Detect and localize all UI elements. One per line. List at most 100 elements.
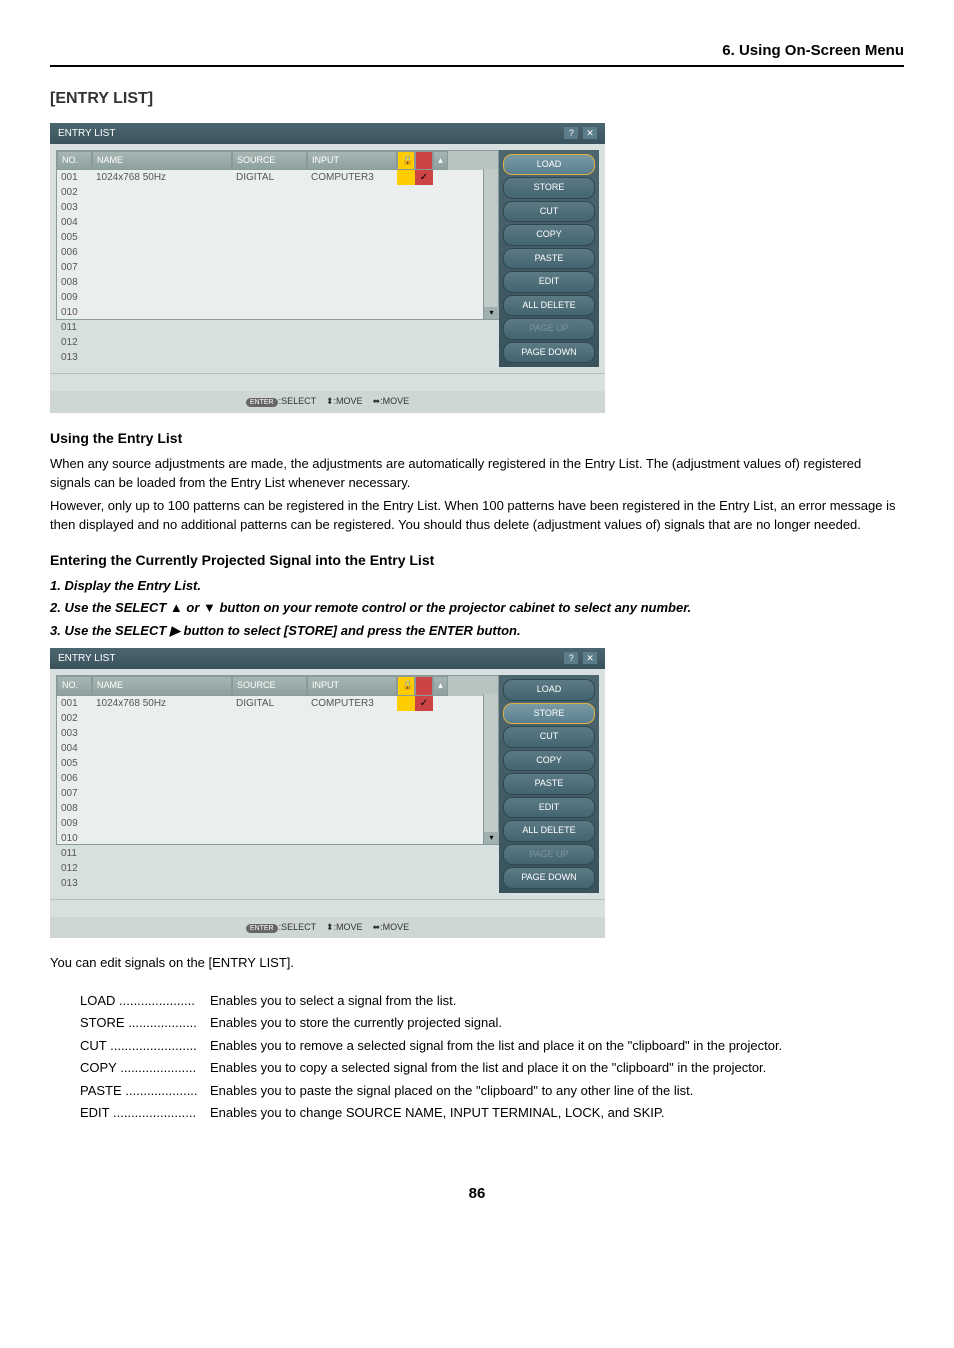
leftright-icon: ⬌ (373, 922, 381, 932)
definition-row: EDIT ....................... Enables you… (80, 1103, 904, 1123)
scroll-up-icon[interactable]: ▴ (433, 676, 448, 696)
definitions-list: LOAD ..................... Enables you t… (80, 991, 904, 1123)
col-input: INPUT (307, 151, 397, 171)
skip-icon (415, 151, 433, 171)
step-3: 3. Use the SELECT ▶ button to select [ST… (50, 621, 904, 641)
table-row[interactable]: 008 (57, 275, 498, 290)
help-icon[interactable]: ? (564, 652, 578, 664)
copy-button[interactable]: COPY (503, 224, 595, 246)
page-number: 86 (50, 1183, 904, 1206)
load-button[interactable]: LOAD (503, 154, 595, 176)
table-row[interactable]: 001 1024x768 50Hz DIGITAL COMPUTER3 ✓ (57, 696, 498, 711)
table-header: NO. NAME SOURCE INPUT 🔒 ▴ (57, 676, 498, 696)
store-button[interactable]: STORE (503, 177, 595, 199)
chapter-header: 6. Using On-Screen Menu (50, 40, 904, 67)
col-source: SOURCE (232, 676, 307, 696)
close-icon[interactable]: ✕ (583, 652, 597, 664)
table-row[interactable]: 005 (57, 230, 498, 245)
button-panel: LOAD STORE CUT COPY PASTE EDIT ALL DELET… (499, 675, 599, 893)
col-source: SOURCE (232, 151, 307, 171)
window-statusbar: ENTER:SELECT ⬍:MOVE ⬌:MOVE (50, 917, 605, 939)
cut-button[interactable]: CUT (503, 726, 595, 748)
table-row[interactable]: 003 (57, 726, 498, 741)
entry-list-table: NO. NAME SOURCE INPUT 🔒 ▴ 001 1024x768 5… (56, 150, 499, 320)
table-row[interactable]: 013 (57, 350, 498, 365)
edit-button[interactable]: EDIT (503, 271, 595, 293)
scroll-down-icon[interactable]: ▾ (484, 307, 499, 319)
page-up-button[interactable]: PAGE UP (503, 844, 595, 866)
all-delete-button[interactable]: ALL DELETE (503, 820, 595, 842)
load-button[interactable]: LOAD (503, 679, 595, 701)
updown-icon: ⬍ (326, 922, 334, 932)
scroll-down-icon[interactable]: ▾ (484, 832, 499, 844)
edit-button[interactable]: EDIT (503, 797, 595, 819)
step-2: 2. Use the SELECT ▲ or ▼ button on your … (50, 598, 904, 618)
table-row[interactable]: 005 (57, 756, 498, 771)
scroll-up-icon[interactable]: ▴ (433, 151, 448, 171)
page-down-button[interactable]: PAGE DOWN (503, 342, 595, 364)
definition-row: COPY ..................... Enables you t… (80, 1058, 904, 1078)
col-name: NAME (92, 676, 232, 696)
table-row[interactable]: 004 (57, 215, 498, 230)
table-row[interactable]: 011 (57, 320, 498, 335)
table-row[interactable]: 010 (57, 831, 498, 846)
body-text: However, only up to 100 patterns can be … (50, 496, 904, 535)
titlebar-icons: ? ✕ (562, 126, 597, 141)
paste-button[interactable]: PASTE (503, 773, 595, 795)
window-title: ENTRY LIST (58, 651, 115, 666)
table-row[interactable]: 008 (57, 801, 498, 816)
skip-icon (415, 676, 433, 696)
table-row[interactable]: 007 (57, 260, 498, 275)
all-delete-button[interactable]: ALL DELETE (503, 295, 595, 317)
table-row[interactable]: 012 (57, 335, 498, 350)
definition-row: PASTE .................... Enables you t… (80, 1081, 904, 1101)
store-button[interactable]: STORE (503, 703, 595, 725)
definition-row: CUT ........................ Enables you… (80, 1036, 904, 1056)
lock-icon: 🔒 (397, 151, 415, 171)
copy-button[interactable]: COPY (503, 750, 595, 772)
table-row[interactable]: 002 (57, 711, 498, 726)
table-row[interactable]: 012 (57, 861, 498, 876)
table-row[interactable]: 010 (57, 305, 498, 320)
step-1: 1. Display the Entry List. (50, 576, 904, 596)
window-statusbar: ENTER:SELECT ⬍:MOVE ⬌:MOVE (50, 391, 605, 413)
body-text: You can edit signals on the [ENTRY LIST]… (50, 953, 904, 973)
col-no: NO. (57, 676, 92, 696)
enter-key-label: ENTER (246, 924, 278, 933)
page-down-button[interactable]: PAGE DOWN (503, 867, 595, 889)
page-up-button[interactable]: PAGE UP (503, 318, 595, 340)
paste-button[interactable]: PASTE (503, 248, 595, 270)
entry-list-screenshot-2: ENTRY LIST ? ✕ NO. NAME SOURCE INPUT 🔒 ▴… (50, 648, 605, 938)
help-icon[interactable]: ? (564, 127, 578, 139)
titlebar-icons: ? ✕ (562, 651, 597, 666)
table-row[interactable]: 009 (57, 816, 498, 831)
table-row[interactable]: 007 (57, 786, 498, 801)
window-titlebar: ENTRY LIST ? ✕ (50, 648, 605, 669)
entry-list-table: NO. NAME SOURCE INPUT 🔒 ▴ 001 1024x768 5… (56, 675, 499, 845)
table-row[interactable]: 002 (57, 185, 498, 200)
leftright-icon: ⬌ (373, 396, 381, 406)
definition-row: LOAD ..................... Enables you t… (80, 991, 904, 1011)
table-row[interactable]: 009 (57, 290, 498, 305)
table-row[interactable]: 013 (57, 876, 498, 891)
subsection-title: Entering the Currently Projected Signal … (50, 550, 904, 571)
enter-key-label: ENTER (246, 398, 278, 407)
scrollbar[interactable]: ▾ (483, 169, 498, 319)
button-panel: LOAD STORE CUT COPY PASTE EDIT ALL DELET… (499, 150, 599, 368)
table-row[interactable]: 004 (57, 741, 498, 756)
table-row[interactable]: 006 (57, 771, 498, 786)
table-row[interactable]: 006 (57, 245, 498, 260)
window-titlebar: ENTRY LIST ? ✕ (50, 123, 605, 144)
definition-row: STORE ................... Enables you to… (80, 1013, 904, 1033)
table-row[interactable]: 011 (57, 846, 498, 861)
table-row[interactable]: 001 1024x768 50Hz DIGITAL COMPUTER3 ✓ (57, 170, 498, 185)
scrollbar[interactable]: ▾ (483, 694, 498, 844)
col-name: NAME (92, 151, 232, 171)
lock-icon: 🔒 (397, 676, 415, 696)
close-icon[interactable]: ✕ (583, 127, 597, 139)
table-row[interactable]: 003 (57, 200, 498, 215)
window-title: ENTRY LIST (58, 126, 115, 141)
entry-list-screenshot-1: ENTRY LIST ? ✕ NO. NAME SOURCE INPUT 🔒 ▴… (50, 123, 605, 413)
col-input: INPUT (307, 676, 397, 696)
cut-button[interactable]: CUT (503, 201, 595, 223)
